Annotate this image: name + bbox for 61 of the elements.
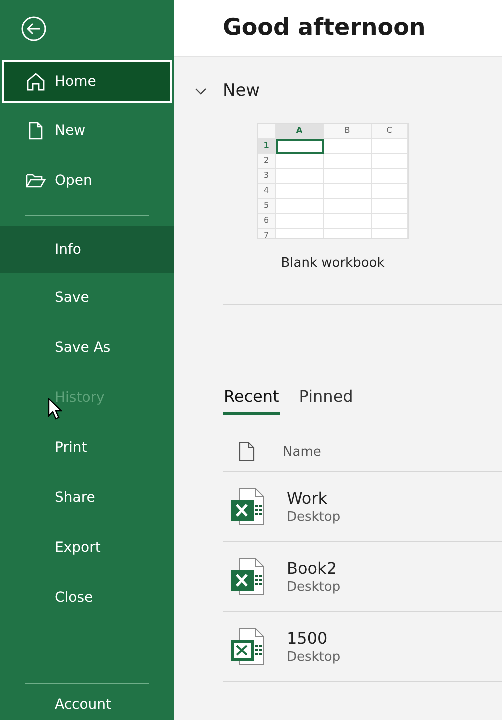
file-row[interactable]: Work Desktop — [223, 472, 502, 542]
file-type-icon — [239, 442, 255, 462]
grid-cell — [276, 154, 324, 169]
column-header: C — [372, 124, 408, 139]
nav-item[interactable]: Share — [0, 473, 174, 523]
grid-cell — [276, 184, 324, 199]
nav-item[interactable]: Close — [0, 573, 174, 623]
greeting-title: Good afternoon — [223, 15, 426, 41]
grid-cell — [372, 169, 408, 184]
corner-cell — [258, 124, 276, 139]
grid-cell — [324, 139, 372, 154]
nav-item[interactable]: Info — [0, 226, 174, 273]
column-header: A — [276, 124, 324, 139]
row-header: 3 — [258, 169, 276, 184]
grid-cell — [372, 199, 408, 214]
nav-item[interactable]: Open — [0, 156, 174, 206]
file-name: 1500 — [287, 628, 329, 648]
grid-cell — [372, 214, 408, 229]
nav-item[interactable]: Home — [2, 60, 172, 103]
row-header: 1 — [258, 139, 276, 154]
file-row[interactable]: 1500 Desktop — [223, 612, 502, 682]
spreadsheet-file-icon — [231, 488, 265, 526]
grid-cell — [324, 199, 372, 214]
column-header: B — [324, 124, 372, 139]
file-location: Desktop — [287, 580, 341, 594]
grid-cell — [324, 154, 372, 169]
nav-item[interactable]: Export — [0, 523, 174, 573]
grid-cell — [276, 139, 324, 154]
grid-cell — [276, 214, 324, 229]
grid-cell — [372, 139, 408, 154]
column-header[interactable]: Name — [283, 444, 322, 460]
file-location: Desktop — [287, 510, 341, 524]
nav-item[interactable]: Save — [0, 273, 174, 323]
csv-file-icon — [231, 628, 265, 666]
grid-cell — [276, 169, 324, 184]
nav-item[interactable]: Print — [0, 423, 174, 473]
tab[interactable]: Recent — [223, 387, 280, 415]
grid-cell — [372, 184, 408, 199]
nav-item[interactable]: Save As — [0, 323, 174, 373]
nav-item[interactable]: Account — [0, 694, 174, 720]
section-title: New — [223, 81, 260, 101]
row-header: 6 — [258, 214, 276, 229]
grid-cell — [324, 214, 372, 229]
row-header: 4 — [258, 184, 276, 199]
grid-cell — [324, 169, 372, 184]
blank-workbook-thumbnail[interactable]: A B C 1 2 3 4 5 6 7 — [257, 123, 409, 239]
grid-cell — [372, 154, 408, 169]
nav-item[interactable]: New — [0, 106, 174, 156]
row-header: 7 — [258, 229, 276, 238]
file-name: Work — [287, 488, 329, 508]
grid-cell — [324, 184, 372, 199]
row-header: 2 — [258, 154, 276, 169]
template-label: Blank workbook — [281, 256, 385, 271]
grid-cell — [276, 199, 324, 214]
spreadsheet-file-icon — [231, 558, 265, 596]
row-header: 5 — [258, 199, 276, 214]
file-row[interactable]: Book2 Desktop — [223, 542, 502, 612]
tab[interactable]: Pinned — [298, 387, 354, 415]
home-icon — [25, 72, 47, 92]
file-name: Book2 — [287, 558, 338, 578]
file-location: Desktop — [287, 650, 341, 664]
